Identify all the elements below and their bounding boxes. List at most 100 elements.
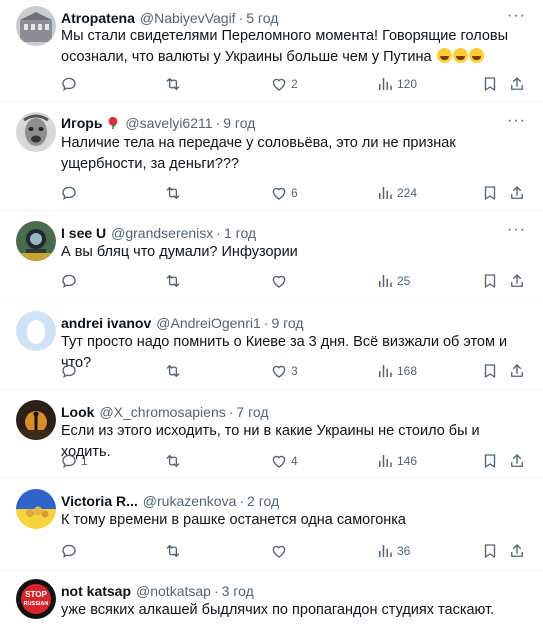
separator: · (215, 115, 221, 131)
author-handle[interactable]: @AndreiOgenri1 (156, 314, 261, 332)
timestamp[interactable]: 9 год (223, 114, 255, 132)
like-button[interactable]: 2 (270, 74, 298, 94)
share-icon (508, 184, 526, 202)
like-button[interactable] (270, 271, 291, 291)
views-icon (376, 362, 394, 380)
share-button[interactable] (508, 74, 526, 94)
timestamp[interactable]: 3 год (222, 582, 254, 600)
bookmark-button[interactable] (481, 74, 499, 94)
retweet-icon (164, 75, 182, 93)
rose-emoji-icon (109, 116, 118, 130)
author-handle[interactable]: @notkatsap (136, 582, 211, 600)
tweet[interactable]: Atropatena @NabiyevVagif · 5 год ··· Мы … (0, 0, 543, 103)
avatar[interactable] (16, 112, 56, 152)
like-button[interactable] (270, 541, 291, 561)
tweet[interactable]: Victoria R... @rukazenkova · 2 год К том… (0, 479, 543, 570)
share-button[interactable] (508, 361, 526, 381)
reply-icon (60, 542, 78, 560)
retweet-button[interactable] (164, 74, 185, 94)
reply-button[interactable] (60, 271, 81, 291)
views-button[interactable]: 36 (376, 541, 410, 561)
author-name[interactable]: andrei ivanov (61, 314, 151, 332)
share-icon (508, 272, 526, 290)
author-handle[interactable]: @X_chromosapiens (99, 403, 225, 421)
views-button[interactable]: 224 (376, 183, 417, 203)
retweet-button[interactable] (164, 541, 185, 561)
share-button[interactable] (508, 451, 526, 471)
more-options-icon[interactable]: ··· (507, 113, 525, 133)
avatar[interactable] (16, 221, 56, 261)
share-button[interactable] (508, 183, 526, 203)
timestamp[interactable]: 7 год (236, 403, 268, 421)
bookmark-button[interactable] (481, 271, 499, 291)
author-handle[interactable]: @savelyi6211 (125, 114, 212, 132)
timestamp[interactable]: 2 год (247, 492, 279, 510)
like-button[interactable]: 6 (270, 183, 298, 203)
separator: · (213, 583, 219, 599)
timestamp[interactable]: 9 год (271, 314, 303, 332)
bookmark-button[interactable] (481, 541, 499, 561)
like-button[interactable]: 4 (270, 451, 298, 471)
tweet[interactable]: andrei ivanov @AndreiOgenri1 · 9 год Тут… (0, 300, 543, 390)
author-name[interactable]: not katsap (61, 582, 131, 600)
reply-button[interactable] (60, 74, 81, 94)
share-button[interactable] (508, 541, 526, 561)
views-icon (376, 452, 394, 470)
bookmark-icon (481, 452, 499, 470)
tweet[interactable]: Look @X_chromosapiens · 7 год Если из эт… (0, 390, 543, 479)
retweet-button[interactable] (164, 183, 185, 203)
views-icon (376, 75, 394, 93)
like-count: 4 (291, 454, 298, 468)
author-handle[interactable]: @grandserenisx (111, 224, 213, 242)
bookmark-button[interactable] (481, 451, 499, 471)
tweet[interactable]: Игорь @savelyi6211 · 9 год ··· Наличие т… (0, 103, 543, 210)
author-name[interactable]: I see U (61, 224, 106, 242)
timestamp[interactable]: 1 год (224, 224, 256, 242)
reply-icon (60, 362, 78, 380)
bookmark-button[interactable] (481, 361, 499, 381)
like-button[interactable]: 3 (270, 361, 298, 381)
tweet[interactable]: STOP RUSSIAN not katsap @notkatsap · 3 г… (0, 570, 543, 630)
like-count: 2 (291, 77, 298, 91)
share-button[interactable] (508, 271, 526, 291)
bookmark-button[interactable] (481, 183, 499, 203)
views-count: 168 (397, 364, 418, 378)
timestamp[interactable]: 5 год (246, 9, 278, 27)
like-icon (270, 452, 288, 470)
avatar[interactable] (16, 489, 56, 529)
tweet[interactable]: I see U @grandserenisx · 1 год ··· А вы … (0, 210, 543, 300)
author-name[interactable]: Victoria R... (61, 492, 138, 510)
retweet-button[interactable] (164, 271, 185, 291)
author-name[interactable]: Игорь (61, 114, 102, 132)
avatar[interactable] (16, 311, 56, 351)
reply-button[interactable]: 1 (60, 451, 88, 471)
tweet-text: уже всяких алкашей быдлячих по пропаганд… (61, 602, 495, 618)
views-button[interactable]: 120 (376, 74, 417, 94)
tweet-text: К тому времени в рашке останется одна са… (61, 512, 406, 528)
reply-button[interactable] (60, 361, 81, 381)
like-count: 3 (291, 364, 298, 378)
views-icon (376, 184, 394, 202)
author-handle[interactable]: @rukazenkova (143, 492, 237, 510)
retweet-button[interactable] (164, 451, 185, 471)
rofl-emoji-icon (468, 48, 484, 63)
views-button[interactable]: 146 (376, 451, 417, 471)
author-name[interactable]: Atropatena (61, 9, 135, 27)
retweet-icon (164, 272, 182, 290)
reply-button[interactable] (60, 183, 81, 203)
tweet-header: Look @X_chromosapiens · 7 год (61, 403, 269, 421)
author-handle[interactable]: @NabiyevVagif (140, 9, 236, 27)
avatar[interactable] (16, 400, 56, 440)
retweet-icon (164, 542, 182, 560)
retweet-button[interactable] (164, 361, 185, 381)
avatar[interactable]: STOP RUSSIAN (16, 579, 56, 619)
reply-button[interactable] (60, 541, 81, 561)
avatar-logo-text: RUSSIAN (24, 601, 49, 607)
views-button[interactable]: 25 (376, 271, 410, 291)
views-button[interactable]: 168 (376, 361, 417, 381)
action-bar: 36 (54, 541, 532, 561)
avatar[interactable] (16, 6, 56, 46)
more-options-icon[interactable]: ··· (507, 222, 525, 242)
reply-icon (60, 452, 78, 470)
author-name[interactable]: Look (61, 403, 94, 421)
